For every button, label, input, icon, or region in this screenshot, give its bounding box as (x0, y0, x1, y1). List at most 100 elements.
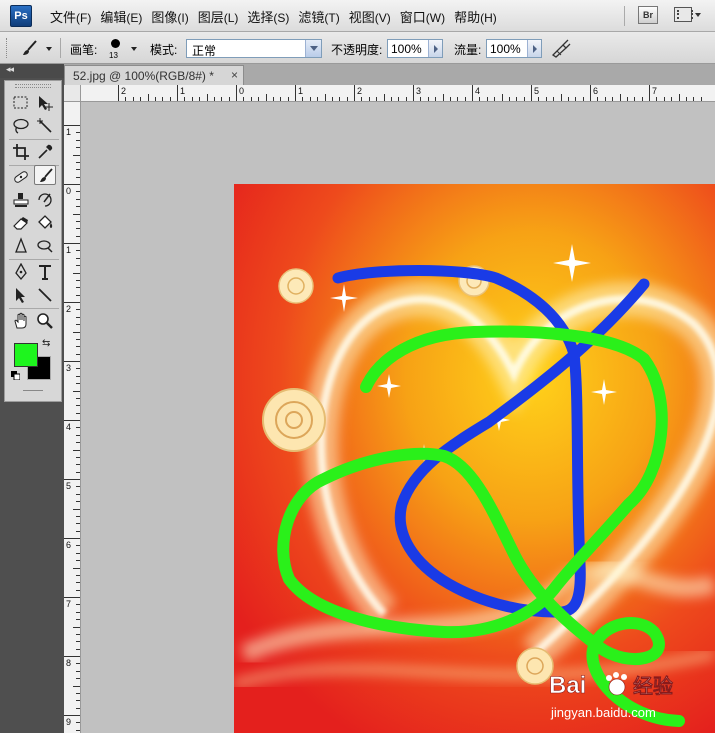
ruler-label: 4 (475, 86, 481, 96)
brush-preview[interactable] (111, 39, 120, 48)
baidu-watermark: Bai 经验 jingyan.baidu.com (545, 663, 715, 723)
zoom-tool[interactable] (34, 311, 56, 331)
menu-filter[interactable]: 滤镜(T) (298, 7, 348, 26)
ruler-tick (64, 597, 80, 598)
screen-mode-icon[interactable] (674, 7, 693, 22)
swap-colors-icon[interactable]: ⇆ (42, 338, 50, 349)
ruler-minor-tick (73, 508, 80, 510)
document-tab[interactable]: 52.jpg @ 100%(RGB/8#) * × (64, 65, 244, 85)
paint-bucket-tool[interactable] (34, 213, 56, 233)
magic-wand-tool[interactable] (34, 116, 56, 136)
menu-image[interactable]: 图像(I) (151, 7, 197, 26)
healing-brush-tool[interactable] (10, 167, 32, 187)
ruler-label: 1 (66, 127, 72, 137)
options-grip[interactable] (6, 38, 9, 58)
mode-select[interactable]: 正常 (186, 39, 322, 58)
menu-window[interactable]: 窗口(W) (400, 7, 454, 26)
line-icon (38, 288, 52, 302)
ruler-origin[interactable] (64, 85, 81, 102)
bridge-button[interactable]: Br (638, 6, 658, 24)
opacity-slider-button[interactable] (428, 40, 442, 57)
ruler-label: 5 (534, 86, 540, 96)
ruler-label: 0 (239, 86, 245, 96)
toolbox-header: ◂◂ (0, 64, 64, 78)
ruler-label: 5 (66, 481, 72, 491)
menu-items: 文件(F) 编辑(E) 图像(I) 图层(L) 选择(S) 滤镜(T) 视图(V… (50, 0, 506, 32)
menu-separator (624, 6, 625, 26)
ruler-tick (295, 85, 296, 101)
vertical-ruler[interactable]: 1 0 1 2 3 4 5 6 7 8 9 (64, 102, 81, 733)
eyedropper-icon (38, 144, 53, 159)
toolbox: ⇆ (4, 80, 62, 402)
ruler-tick (64, 538, 80, 539)
type-tool[interactable] (34, 262, 56, 282)
ruler-minor-tick (73, 272, 80, 274)
canvas-image (234, 184, 715, 733)
menu-view[interactable]: 视图(V) (349, 7, 400, 26)
path-selection-tool[interactable] (10, 285, 32, 305)
menu-file[interactable]: 文件(F) (50, 7, 100, 26)
move-tool[interactable] (34, 93, 56, 113)
ruler-minor-tick (73, 567, 80, 569)
quick-mask-divider (23, 390, 43, 391)
close-icon[interactable]: × (231, 68, 238, 82)
airbrush-toggle[interactable] (549, 37, 573, 59)
ruler-minor-tick (678, 94, 680, 101)
eraser-tool[interactable] (10, 213, 32, 233)
blur-tool[interactable] (10, 236, 32, 256)
dodge-icon (37, 240, 53, 253)
foreground-color-swatch[interactable] (14, 343, 38, 367)
ruler-minor-tick (501, 94, 503, 101)
history-brush-tool[interactable] (34, 190, 56, 210)
ruler-tick (64, 184, 80, 185)
ruler-label: 9 (66, 717, 72, 727)
ruler-tick (64, 715, 80, 716)
opacity-label: 不透明度: (331, 43, 383, 57)
collapse-icon[interactable]: ◂◂ (6, 64, 14, 75)
menu-layer[interactable]: 图层(L) (198, 7, 248, 26)
ruler-tick (472, 85, 473, 101)
ruler-tick (590, 85, 591, 101)
horizontal-ruler[interactable]: 2 1 0 1 2 3 4 5 6 7 (81, 85, 715, 102)
default-colors-icon[interactable] (11, 371, 20, 380)
eyedropper-tool[interactable] (34, 142, 56, 162)
photoshop-logo: Ps (10, 5, 32, 27)
history-brush-icon (38, 193, 52, 207)
pen-tool[interactable] (10, 262, 32, 282)
ruler-tick (64, 125, 80, 126)
menu-help[interactable]: 帮助(H) (454, 7, 506, 26)
brush-picker-chevron-icon[interactable] (131, 47, 137, 51)
clone-stamp-tool[interactable] (10, 190, 32, 210)
line-tool[interactable] (34, 285, 56, 305)
menu-select[interactable]: 选择(S) (247, 7, 298, 26)
crop-tool[interactable] (10, 142, 32, 162)
flow-slider-button[interactable] (527, 40, 541, 57)
ruler-tick (64, 302, 80, 303)
tool-preset-picker[interactable] (16, 37, 56, 59)
ruler-minor-tick (147, 94, 149, 101)
rectangular-marquee-tool[interactable] (10, 93, 32, 113)
ruler-tick (64, 479, 80, 480)
toolbox-grip[interactable] (15, 84, 51, 88)
mode-value: 正常 (192, 44, 217, 58)
document-tab-strip: 52.jpg @ 100%(RGB/8#) * × (64, 64, 715, 85)
opacity-field[interactable]: 100% (387, 39, 443, 58)
menu-edit[interactable]: 编辑(E) (100, 7, 151, 26)
document-canvas[interactable] (234, 184, 715, 733)
brush-icon (23, 40, 37, 55)
chevron-down-icon[interactable] (695, 13, 701, 17)
lasso-tool[interactable] (10, 116, 32, 136)
lasso-icon (13, 118, 29, 134)
options-bar: 画笔: 13 模式: 正常 不透明度: 100% 流量: 100% (0, 32, 715, 64)
ruler-minor-tick (383, 94, 385, 101)
hand-tool[interactable] (10, 311, 32, 331)
brush-tool[interactable] (34, 165, 56, 185)
dodge-tool[interactable] (34, 236, 56, 256)
flow-field[interactable]: 100% (486, 39, 542, 58)
chevron-down-icon[interactable] (305, 40, 321, 57)
ruler-minor-tick (442, 94, 444, 101)
ruler-minor-tick (73, 449, 80, 451)
ruler-minor-tick (265, 94, 267, 101)
arrow-icon (16, 288, 25, 303)
hand-icon (14, 312, 27, 329)
